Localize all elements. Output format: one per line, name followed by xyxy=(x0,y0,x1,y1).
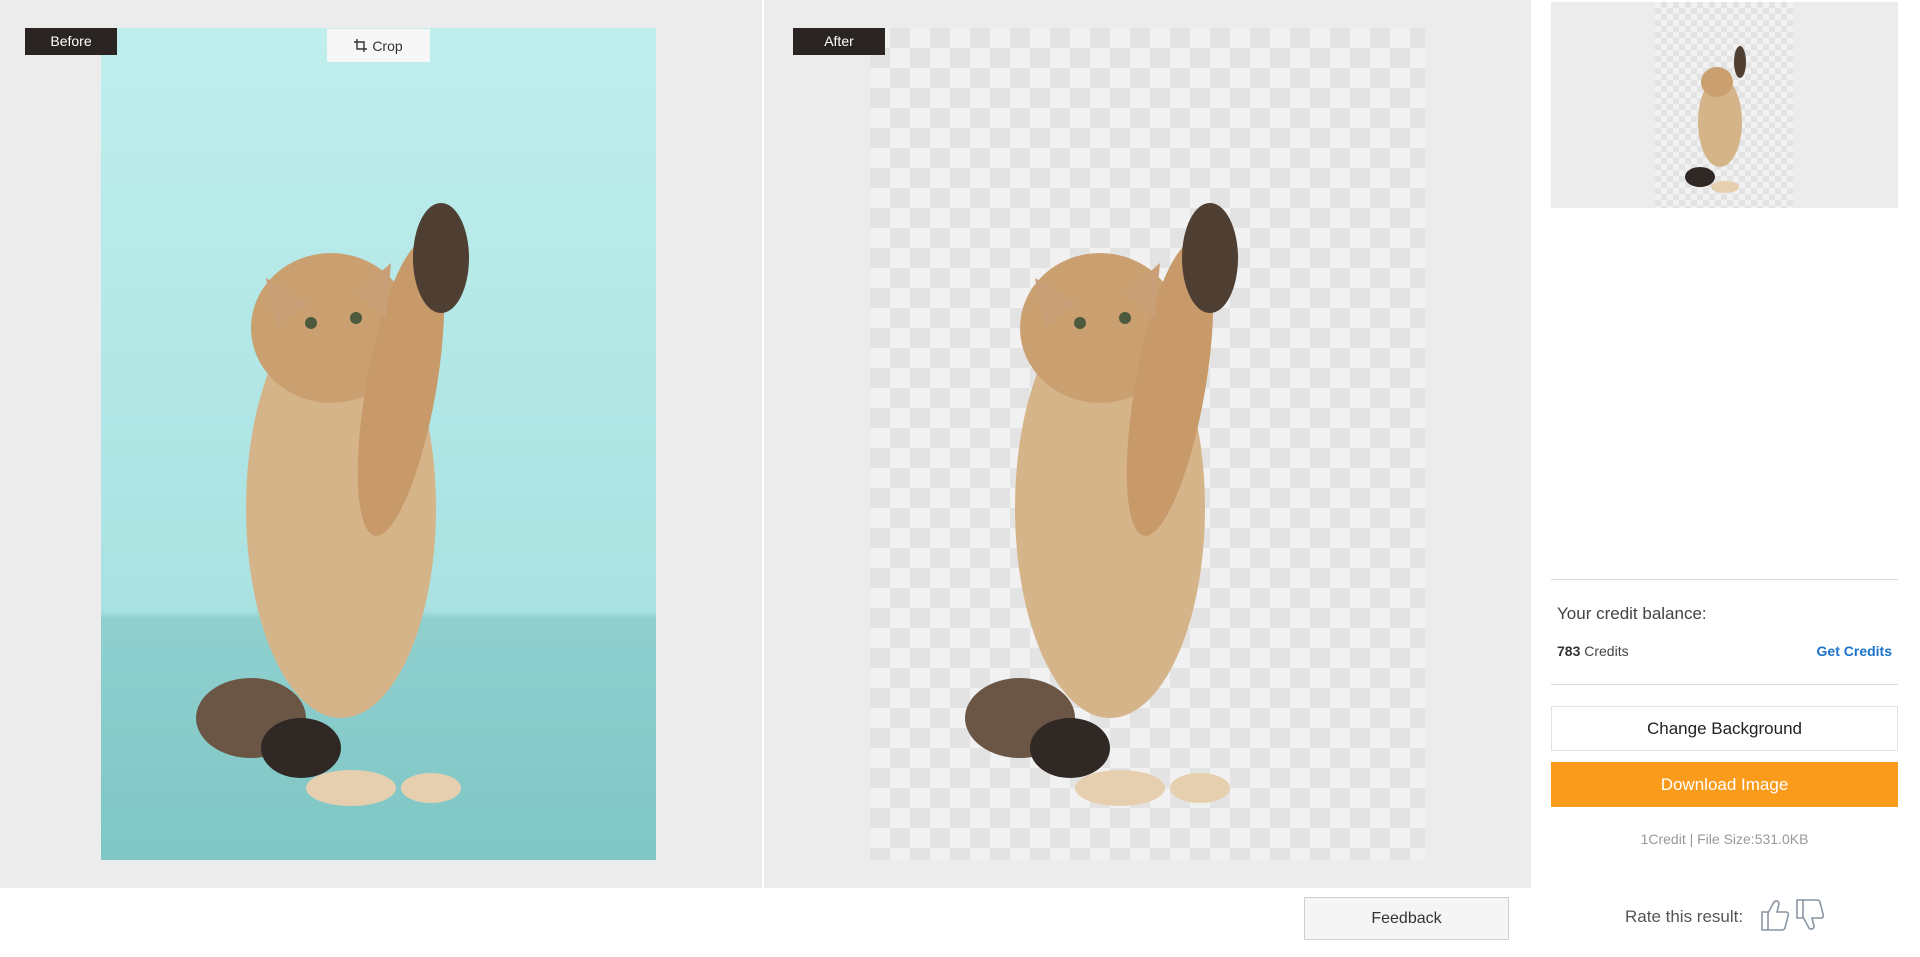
file-info: 1Credit | File Size:531.0KB xyxy=(1640,831,1809,847)
credit-balance-title: Your credit balance: xyxy=(1557,604,1707,623)
download-image-button[interactable]: Download Image xyxy=(1551,762,1898,807)
original-image xyxy=(101,28,656,860)
before-label: Before xyxy=(25,28,117,55)
crop-button[interactable]: Crop xyxy=(327,29,430,62)
credit-unit: Credits xyxy=(1584,643,1629,659)
thumbs-down-icon xyxy=(1796,899,1825,930)
cat-thumbnail xyxy=(1685,46,1746,193)
rate-label: Rate this result xyxy=(1625,907,1739,926)
thumbs-down-button[interactable] xyxy=(1795,898,1825,934)
rate-colon: : xyxy=(1738,907,1744,926)
thumbs-up-button[interactable] xyxy=(1760,898,1790,934)
divider xyxy=(1551,684,1898,685)
thumbs-up-icon xyxy=(1761,900,1790,931)
crop-button-label: Crop xyxy=(372,37,403,54)
credit-balance: 783 Credits xyxy=(1557,643,1629,659)
change-background-button[interactable]: Change Background xyxy=(1551,706,1898,751)
feedback-button[interactable]: Feedback xyxy=(1304,897,1509,940)
thumbnail-image xyxy=(1655,2,1793,208)
get-credits-link[interactable]: Get Credits xyxy=(1817,643,1892,659)
crop-icon xyxy=(354,39,368,52)
cat-cutout xyxy=(965,203,1238,806)
result-thumbnail[interactable] xyxy=(1551,2,1898,208)
result-image xyxy=(870,28,1425,860)
cat-image xyxy=(196,203,469,806)
divider xyxy=(1551,579,1898,580)
rate-result: Rate this result: xyxy=(1625,907,1743,927)
credit-amount: 783 xyxy=(1557,643,1581,659)
after-label: After xyxy=(793,28,885,55)
